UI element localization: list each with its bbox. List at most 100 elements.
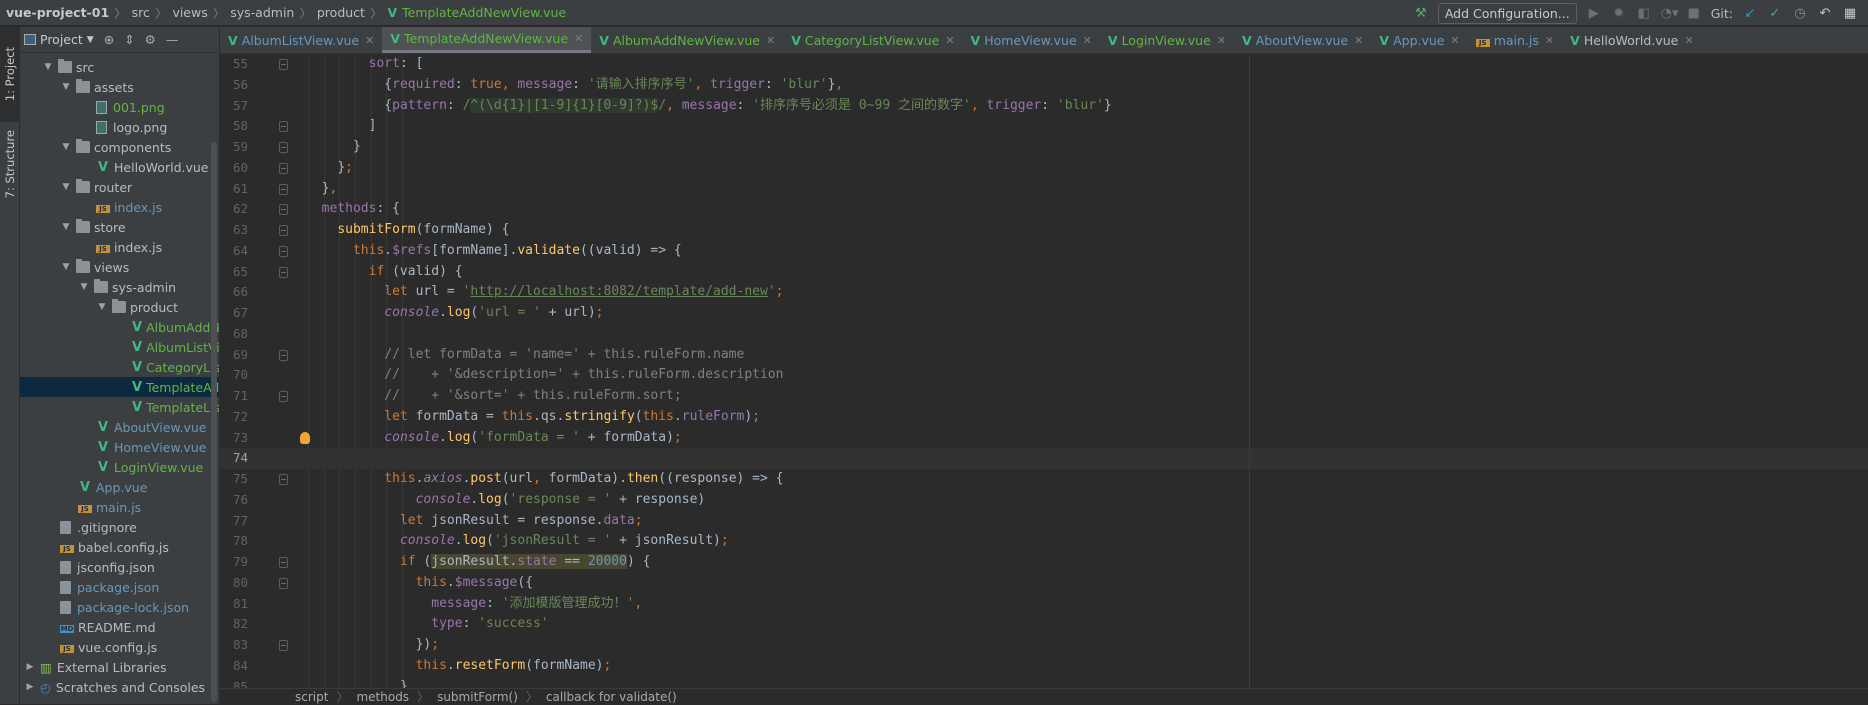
editor-tab[interactable]: V App.vue ✕ bbox=[1371, 27, 1467, 53]
build-hammer-icon[interactable]: ⚒ bbox=[1413, 6, 1429, 21]
tree-item[interactable]: MD README.md bbox=[20, 617, 219, 637]
code-line[interactable]: 57 {pattern: /^(\d{1}|[1-9]{1}[0-9]?)$/, … bbox=[220, 96, 1868, 117]
expand-arrow-icon[interactable]: ▶ bbox=[24, 682, 36, 692]
code-line[interactable]: 72 let formData = this.qs.stringify(this.… bbox=[220, 407, 1868, 428]
code-line[interactable]: 63 submitForm(formName) { bbox=[220, 220, 1868, 241]
stop-icon[interactable]: ■ bbox=[1686, 6, 1702, 21]
breadcrumb-item[interactable]: product bbox=[317, 5, 365, 20]
tree-item[interactable]: VTemplateListView.vue bbox=[20, 397, 219, 417]
tree-item[interactable]: ▼ sys-admin bbox=[20, 277, 219, 297]
tree-item[interactable]: logo.png bbox=[20, 117, 219, 137]
expand-arrow-icon[interactable]: ▼ bbox=[78, 282, 90, 292]
git-history-icon[interactable]: ◷ bbox=[1792, 6, 1808, 21]
collapse-all-icon[interactable]: ⇕ bbox=[124, 32, 134, 47]
editor-tab[interactable]: V AlbumListView.vue ✕ bbox=[220, 27, 382, 53]
code-line[interactable]: 68 bbox=[220, 324, 1868, 345]
editor-tab[interactable]: V HelloWorld.vue ✕ bbox=[1562, 27, 1701, 53]
expand-arrow-icon[interactable]: ▼ bbox=[60, 82, 72, 92]
editor-breadcrumb-item[interactable]: callback for validate() bbox=[546, 690, 677, 704]
code-line[interactable]: 55 sort: [ bbox=[220, 54, 1868, 75]
code-line[interactable]: 74 bbox=[220, 448, 1868, 469]
fold-marker-icon[interactable] bbox=[279, 640, 288, 651]
code-line[interactable]: 78 console.log('jsonResult = ' + jsonResu… bbox=[220, 531, 1868, 552]
close-tab-icon[interactable]: ✕ bbox=[574, 32, 583, 45]
close-tab-icon[interactable]: ✕ bbox=[1083, 34, 1092, 47]
code-line[interactable]: 67 console.log('url = ' + url); bbox=[220, 303, 1868, 324]
git-commit-icon[interactable]: ✓ bbox=[1767, 6, 1783, 21]
fold-marker-icon[interactable] bbox=[279, 245, 288, 257]
close-tab-icon[interactable]: ✕ bbox=[1684, 34, 1693, 47]
fold-marker-icon[interactable] bbox=[279, 266, 288, 278]
hide-icon[interactable]: — bbox=[166, 32, 179, 47]
tree-item[interactable]: package-lock.json bbox=[20, 597, 219, 617]
breadcrumb-item[interactable]: views bbox=[172, 5, 207, 20]
close-tab-icon[interactable]: ✕ bbox=[1217, 34, 1226, 47]
git-update-icon[interactable]: ↙ bbox=[1742, 6, 1758, 21]
fold-marker-icon[interactable] bbox=[279, 557, 288, 568]
tree-item[interactable]: ▼ store bbox=[20, 217, 219, 237]
project-scrollbar[interactable] bbox=[211, 142, 217, 702]
editor-breadcrumb-item[interactable]: submitForm() bbox=[437, 690, 518, 704]
tree-item[interactable]: 001.png bbox=[20, 97, 219, 117]
tree-item[interactable]: JS index.js bbox=[20, 237, 219, 257]
code-line[interactable]: 76 console.log('response = ' + response) bbox=[220, 490, 1868, 511]
tree-item[interactable]: JS vue.config.js bbox=[20, 637, 219, 657]
tree-item[interactable]: V AboutView.vue bbox=[20, 417, 219, 437]
expand-arrow-icon[interactable]: ▼ bbox=[60, 142, 72, 152]
fold-marker-icon[interactable] bbox=[279, 162, 288, 174]
gear-icon[interactable]: ⚙ bbox=[145, 32, 156, 47]
fold-marker-icon[interactable] bbox=[279, 183, 288, 195]
editor-tab[interactable]: V LoginView.vue ✕ bbox=[1100, 27, 1234, 53]
structure-tool-tab[interactable]: 7: Structure bbox=[0, 99, 20, 229]
code-line[interactable]: 71 // + '&sort=' + this.ruleForm.sort; bbox=[220, 386, 1868, 407]
code-line[interactable]: 82 type: 'success' bbox=[220, 614, 1868, 635]
fold-marker-icon[interactable] bbox=[279, 121, 288, 133]
project-view-selector[interactable]: Project ▼ bbox=[24, 32, 94, 47]
code-line[interactable]: 79 if (jsonResult.state == 20000) { bbox=[220, 552, 1868, 573]
tree-item[interactable]: ▶ ▥ External Libraries bbox=[20, 657, 219, 677]
tree-item[interactable]: ▼ product bbox=[20, 297, 219, 317]
profile-dropdown-icon[interactable]: ◔▾ bbox=[1661, 6, 1679, 21]
fold-marker-icon[interactable] bbox=[279, 59, 288, 70]
editor-tab[interactable]: V AlbumAddNewView.vue ✕ bbox=[591, 27, 783, 53]
tree-item[interactable]: JS babel.config.js bbox=[20, 537, 219, 557]
tree-item[interactable]: package.json bbox=[20, 577, 219, 597]
code-line[interactable]: 80 this.$message({ bbox=[220, 573, 1868, 594]
editor-breadcrumb-item[interactable]: script bbox=[295, 690, 328, 704]
editor-tab[interactable]: V TemplateAddNewView.vue ✕ bbox=[382, 27, 592, 53]
code-line[interactable]: 56 {required: true, message: '请输入排序序号', t… bbox=[220, 75, 1868, 96]
editor-breadcrumb-item[interactable]: methods bbox=[356, 690, 409, 704]
fold-marker-icon[interactable] bbox=[279, 349, 288, 361]
close-tab-icon[interactable]: ✕ bbox=[1545, 34, 1554, 47]
code-line[interactable]: 69 // let formData = 'name=' + this.ruleF… bbox=[220, 345, 1868, 366]
close-tab-icon[interactable]: ✕ bbox=[945, 34, 954, 47]
breadcrumb-item[interactable]: vue-project-01 bbox=[6, 5, 109, 20]
fold-marker-icon[interactable] bbox=[279, 142, 288, 153]
tree-item[interactable]: V LoginView.vue bbox=[20, 457, 219, 477]
editor-tab[interactable]: V AboutView.vue ✕ bbox=[1234, 27, 1371, 53]
expand-arrow-icon[interactable]: ▶ bbox=[24, 662, 36, 672]
tree-item[interactable]: JS index.js bbox=[20, 197, 219, 217]
breadcrumb-item[interactable]: src bbox=[132, 5, 150, 20]
code-line[interactable]: 77 let jsonResult = response.data; bbox=[220, 511, 1868, 532]
tree-item[interactable]: ▶ ◴ Scratches and Consoles bbox=[20, 677, 219, 697]
project-structure-icon[interactable]: ▦ bbox=[1842, 6, 1858, 21]
fold-marker-icon[interactable] bbox=[279, 204, 288, 216]
code-line[interactable]: 73 console.log('formData = ' + formData); bbox=[220, 428, 1868, 449]
tree-item[interactable]: ▼ src bbox=[20, 57, 219, 77]
code-line[interactable]: 81 message: '添加模版管理成功！', bbox=[220, 594, 1868, 615]
expand-arrow-icon[interactable]: ▼ bbox=[60, 262, 72, 272]
editor-tab[interactable]: JS main.js ✕ bbox=[1468, 27, 1562, 53]
tree-item[interactable]: JS main.js bbox=[20, 497, 219, 517]
code-line[interactable]: 61}, bbox=[220, 179, 1868, 200]
expand-arrow-icon[interactable]: ▼ bbox=[60, 222, 72, 232]
close-tab-icon[interactable]: ✕ bbox=[365, 34, 374, 47]
code-line[interactable]: 83}); bbox=[220, 635, 1868, 656]
fold-marker-icon[interactable] bbox=[279, 577, 288, 589]
tree-item[interactable]: ▼ assets bbox=[20, 77, 219, 97]
intention-bulb-icon[interactable] bbox=[300, 431, 310, 444]
tree-item[interactable]: ▼ views bbox=[20, 257, 219, 277]
tree-item[interactable]: VTemplateAddNewView.vue bbox=[20, 377, 219, 397]
code-line[interactable]: 60}; bbox=[220, 158, 1868, 179]
run-icon[interactable]: ▶ bbox=[1586, 6, 1602, 21]
